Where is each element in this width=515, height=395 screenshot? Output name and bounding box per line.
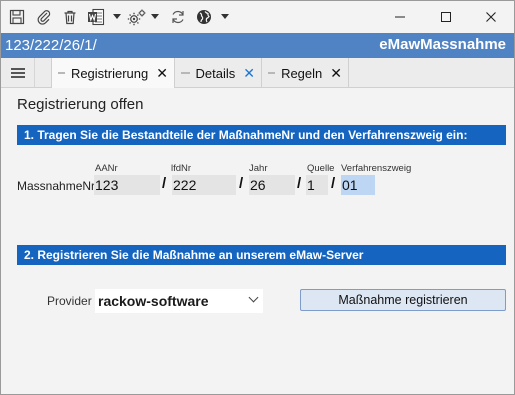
globe-dropdown-arrow-icon[interactable] bbox=[221, 14, 229, 19]
provider-label: Provider bbox=[47, 294, 92, 308]
provider-select[interactable]: rackow-software bbox=[95, 289, 263, 313]
aanr-label: AANr bbox=[95, 163, 118, 174]
separator-slash: / bbox=[297, 175, 302, 192]
separator-slash: / bbox=[331, 175, 336, 192]
close-tab-icon[interactable]: ✕ bbox=[330, 66, 342, 80]
gears-dropdown-arrow-icon[interactable] bbox=[151, 14, 159, 19]
tab-grip-icon bbox=[181, 72, 190, 74]
separator-slash: / bbox=[239, 175, 244, 192]
save-icon[interactable] bbox=[7, 7, 27, 27]
word-dropdown-arrow-icon[interactable] bbox=[113, 14, 121, 19]
minimize-button[interactable] bbox=[377, 1, 423, 33]
globe-icon[interactable] bbox=[194, 7, 214, 27]
tab-grip-icon bbox=[58, 72, 65, 74]
tab-registrierung[interactable]: Registrierung ✕ bbox=[51, 58, 175, 88]
tab-strip: Registrierung ✕ Details ✕ Regeln ✕ bbox=[1, 58, 514, 88]
lfdnr-label: lfdNr bbox=[171, 163, 192, 174]
verfahrenszweig-field[interactable]: 01 bbox=[341, 175, 375, 195]
app-name: eMawMassnahme bbox=[379, 36, 506, 53]
section-header-2: 2. Registrieren Sie die Maßnahme an unse… bbox=[17, 245, 506, 265]
tab-label: Registrierung bbox=[70, 65, 149, 81]
lfdnr-field[interactable]: 222 bbox=[172, 175, 236, 195]
title-bar bbox=[1, 1, 514, 33]
provider-value: rackow-software bbox=[98, 293, 209, 309]
close-tab-icon[interactable]: ✕ bbox=[156, 66, 168, 80]
tab-regeln[interactable]: Regeln ✕ bbox=[261, 58, 349, 88]
tab-label: Regeln bbox=[281, 65, 323, 81]
jahr-field[interactable]: 26 bbox=[249, 175, 295, 195]
header-bar: 123/222/26/1/ eMawMassnahme bbox=[1, 33, 514, 58]
refresh-icon[interactable] bbox=[168, 7, 188, 27]
record-path: 123/222/26/1/ bbox=[5, 37, 97, 54]
maximize-button[interactable] bbox=[423, 1, 469, 33]
separator-slash: / bbox=[162, 175, 167, 192]
chevron-down-icon bbox=[248, 292, 259, 303]
tab-label: Details bbox=[195, 65, 236, 81]
tab-details[interactable]: Details ✕ bbox=[175, 58, 261, 88]
app-window: 123/222/26/1/ eMawMassnahme Registrierun… bbox=[0, 0, 515, 395]
verfahrenszweig-label: Verfahrenszweig bbox=[341, 163, 412, 174]
register-button[interactable]: Maßnahme registrieren bbox=[300, 289, 506, 311]
tab-grip-icon bbox=[268, 72, 276, 74]
hamburger-menu-button[interactable] bbox=[1, 58, 35, 87]
trash-icon[interactable] bbox=[60, 7, 80, 27]
main-content: Registrierung offen 1. Tragen Sie die Be… bbox=[1, 88, 514, 394]
jahr-label: Jahr bbox=[249, 163, 268, 174]
page-title: Registrierung offen bbox=[17, 96, 144, 113]
paperclip-icon[interactable] bbox=[34, 7, 54, 27]
massnahmenr-label: MassnahmeNr bbox=[17, 179, 96, 193]
close-tab-icon[interactable]: ✕ bbox=[243, 66, 255, 80]
quelle-label: Quelle bbox=[307, 163, 335, 174]
quelle-field[interactable]: 1 bbox=[306, 175, 328, 195]
gears-icon[interactable] bbox=[127, 7, 147, 27]
aanr-field[interactable]: 123 bbox=[94, 175, 160, 195]
word-icon[interactable] bbox=[86, 7, 106, 27]
section-header-1: 1. Tragen Sie die Bestandteile der Maßna… bbox=[17, 125, 506, 145]
close-window-button[interactable] bbox=[468, 1, 514, 33]
